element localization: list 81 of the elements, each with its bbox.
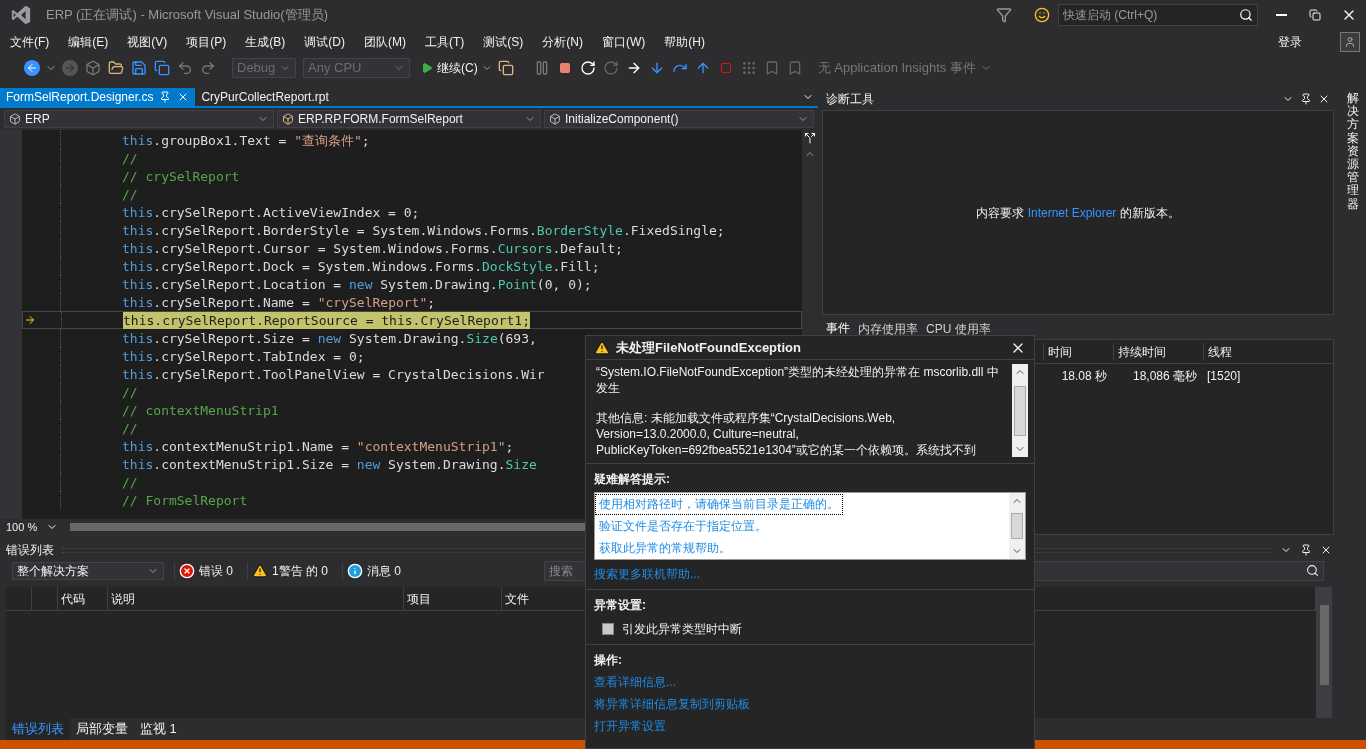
table-cell-text: 18,086 毫秒 bbox=[1131, 368, 1198, 385]
side-tab[interactable]: 解决方案资源管理器 bbox=[1347, 92, 1359, 211]
action-link[interactable]: 查看详细信息... bbox=[594, 673, 676, 691]
window-title: ERP (正在调试) - Microsoft Visual Studio(管理员) bbox=[46, 6, 328, 25]
menu-item[interactable]: 分析(N) bbox=[536, 33, 589, 51]
exception-message: “System.IO.FileNotFoundException”类型的未经处理的异常在 mscorlib.dll 中发生 bbox=[596, 364, 1000, 396]
column-header[interactable]: 代码 bbox=[58, 587, 108, 610]
continue-button[interactable]: 继续(C) bbox=[421, 59, 478, 77]
zoom-dropdown[interactable]: 100 % bbox=[0, 518, 64, 536]
column-header[interactable]: 持续时间 bbox=[1113, 342, 1203, 361]
filter-button[interactable]: 1警告 的 0 bbox=[247, 562, 333, 580]
code-line: // bbox=[122, 149, 138, 167]
message: 内容要求 Internet Explorer 的新版本。 bbox=[976, 204, 1180, 222]
editor-tab[interactable]: CryPurCollectReport.rpt bbox=[195, 88, 335, 106]
code-line: this.crySelReport.Cursor = System.Windows.Forms.Cursors.Default; bbox=[122, 239, 623, 257]
section-heading: 操作: bbox=[594, 652, 623, 669]
navigation-dropdown[interactable]: InitializeComponent() bbox=[544, 110, 814, 128]
code-line: this.crySelReport.TabIndex = 0; bbox=[122, 347, 365, 365]
code-line: // crySelReport bbox=[122, 167, 240, 185]
column-header[interactable]: 时间 bbox=[1043, 342, 1113, 361]
panel-title: 错误列表 bbox=[6, 542, 54, 559]
code-line: // contextMenuStrip1 bbox=[122, 401, 279, 419]
navigation-dropdown[interactable]: ERP.RP.FORM.FormSelReport bbox=[277, 110, 541, 128]
navigation-dropdown[interactable]: ERP bbox=[4, 110, 274, 128]
panel-tab[interactable]: 错误列表 bbox=[6, 718, 70, 740]
code-line: // bbox=[122, 419, 138, 437]
menu-item[interactable]: 工具(T) bbox=[419, 33, 471, 51]
code-line: // bbox=[122, 185, 138, 203]
diagnostics-tab[interactable]: 内存使用率 bbox=[858, 320, 918, 339]
code-line: this.groupBox1.Text = "查询条件"; bbox=[122, 131, 370, 149]
menu-item[interactable]: 帮助(H) bbox=[658, 33, 711, 51]
section-heading: 异常设置: bbox=[594, 597, 647, 614]
help-link[interactable]: 搜索更多联机帮助... bbox=[594, 565, 700, 583]
menu-item[interactable]: 调试(D) bbox=[298, 33, 351, 51]
menu-item[interactable]: 视图(V) bbox=[121, 33, 174, 51]
code-line: this.crySelReport.BorderStyle = System.Windows.Forms.BorderStyle.FixedSingle; bbox=[122, 221, 725, 239]
popup-title: 未处理FileNotFoundException bbox=[616, 338, 802, 357]
code-line: this.crySelReport.Location = new System.Drawing.Point(0, 0); bbox=[122, 275, 592, 293]
code-line: this.crySelReport.Dock = System.Windows.Forms.DockStyle.Fill; bbox=[122, 257, 600, 275]
section-heading: 疑难解答提示: bbox=[594, 471, 671, 488]
code-line: this.contextMenuStrip1.Name = "contextMenuStrip1"; bbox=[122, 437, 514, 455]
dropdown-value: InitializeComponent() bbox=[565, 111, 680, 128]
checkbox-label: 引发此异常类型时中断 bbox=[622, 621, 742, 638]
panel-title: 诊断工具 bbox=[826, 91, 874, 108]
tip-link[interactable]: 使用相对路径时，请确保当前目录是正确的。 bbox=[595, 494, 843, 515]
menu-item[interactable]: 项目(P) bbox=[180, 33, 233, 51]
action-link[interactable]: 打开异常设置 bbox=[594, 717, 666, 735]
filter-button[interactable]: 消息 0 bbox=[342, 562, 406, 580]
code-line: this.crySelReport.Name = "crySelReport"; bbox=[122, 293, 436, 311]
code-line: // bbox=[122, 473, 138, 491]
panel-tab[interactable]: 监视 1 bbox=[134, 718, 183, 740]
code-line: // bbox=[122, 383, 138, 401]
code-line: this.crySelReport.ActiveViewIndex = 0; bbox=[122, 203, 420, 221]
table-cell-text: [1520] bbox=[1206, 368, 1242, 385]
quick-launch-field[interactable]: 快速启动 (Ctrl+Q) bbox=[1058, 4, 1258, 26]
menu-item[interactable]: 测试(S) bbox=[477, 33, 530, 51]
tip-link[interactable]: 获取此异常的常规帮助。 bbox=[595, 538, 735, 559]
code-line: this.contextMenuStrip1.Size = new System.Drawing.Size bbox=[122, 455, 537, 473]
link[interactable]: Internet Explorer bbox=[1027, 205, 1117, 220]
dropdown-value: ERP bbox=[25, 111, 51, 128]
filter-button[interactable]: 错误 0 bbox=[174, 562, 237, 580]
action-link[interactable]: 将异常详细信息复制到剪贴板 bbox=[594, 695, 750, 713]
menu-item[interactable]: 窗口(W) bbox=[596, 33, 652, 51]
dropdown-value: ERP.RP.FORM.FormSelReport bbox=[298, 111, 464, 128]
panel-tab[interactable]: 局部变量 bbox=[70, 718, 134, 740]
code-line: this.crySelReport.ToolPanelView = CrystalDecisions.Wir bbox=[122, 365, 545, 383]
column-header[interactable]: 说明 bbox=[108, 587, 404, 610]
tip-link[interactable]: 验证文件是否存在于指定位置。 bbox=[595, 516, 771, 537]
menu-item[interactable]: 生成(B) bbox=[239, 33, 292, 51]
table-cell-text: 18.08 秒 bbox=[1060, 368, 1108, 385]
column-header[interactable]: 项目 bbox=[404, 587, 502, 610]
exception-message: 其他信息: 未能加载文件或程序集“CrystalDecisions.Web, Version=13.0.2000.0, Culture=neutral, PublicKeyToken=692fbea5521e1304”或它的某一个依赖项。系统找不到 bbox=[596, 410, 977, 458]
menu-item[interactable]: 团队(M) bbox=[358, 33, 412, 51]
scope-dropdown[interactable]: 整个解决方案 bbox=[12, 562, 164, 580]
diagnostics-tab[interactable]: CPU 使用率 bbox=[926, 320, 991, 339]
column-header[interactable]: 线程 bbox=[1203, 342, 1333, 361]
menu-item[interactable]: 编辑(E) bbox=[62, 33, 115, 51]
sign-in-link[interactable]: 登录 bbox=[1278, 33, 1302, 51]
code-line: // FormSelReport bbox=[122, 491, 248, 509]
code-line: this.crySelReport.Size = new System.Drawing.Size(693, bbox=[122, 329, 537, 347]
menu-item[interactable]: 文件(F) bbox=[4, 33, 56, 51]
